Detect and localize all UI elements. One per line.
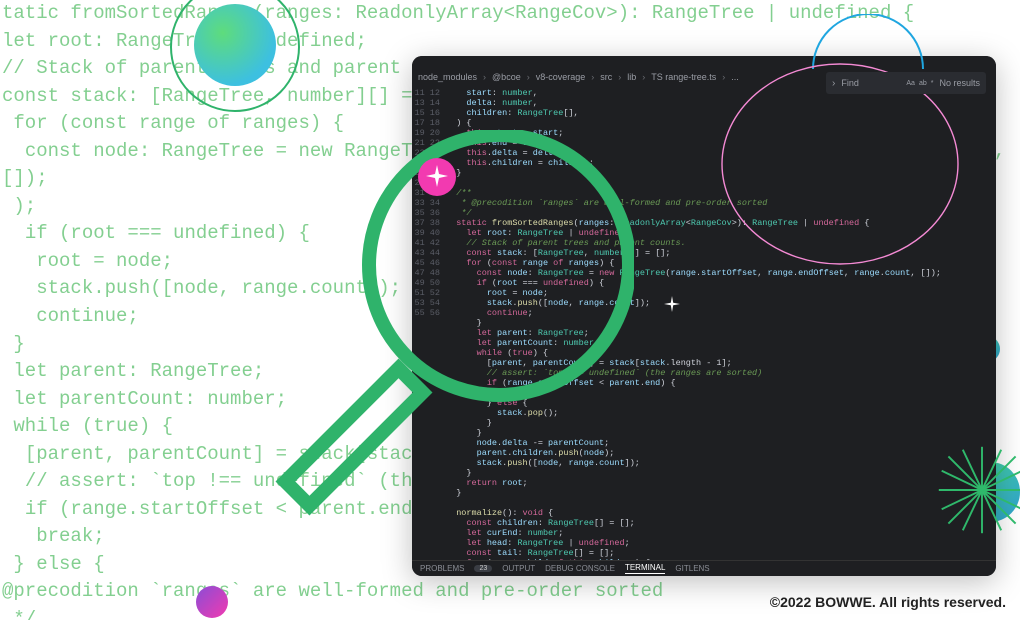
panel-tab-debug-console[interactable]: DEBUG CONSOLE xyxy=(545,564,615,573)
chevron-right-icon: › xyxy=(483,72,486,82)
chevron-right-icon: › xyxy=(642,72,645,82)
chevron-right-icon: › xyxy=(618,72,621,82)
magnifying-glass-icon xyxy=(214,130,634,550)
panel-tab-terminal[interactable]: TERMINAL xyxy=(625,563,665,574)
chevron-right-icon: › xyxy=(591,72,594,82)
chevron-right-icon: › xyxy=(527,72,530,82)
breadcrumb-segment[interactable]: lib xyxy=(627,72,636,82)
breadcrumb-segment[interactable]: @bcoe xyxy=(492,72,521,82)
find-option[interactable]: * xyxy=(931,80,934,87)
breadcrumb-segment[interactable]: src xyxy=(600,72,612,82)
panel-tab-output[interactable]: OUTPUT xyxy=(502,564,535,573)
problems-count-badge: 23 xyxy=(474,565,492,572)
bottom-panel-tabs[interactable]: PROBLEMS 23 OUTPUT DEBUG CONSOLE TERMINAL GIT… xyxy=(412,560,996,576)
find-option[interactable]: ab xyxy=(919,80,927,87)
copyright-text: ©2022 BOWWE. All rights reserved. xyxy=(770,594,1006,610)
sparkle-icon xyxy=(664,296,680,312)
find-bar[interactable]: › Find Aaab * No results xyxy=(826,72,986,94)
breadcrumb-segment[interactable]: TS range-tree.ts xyxy=(651,72,716,82)
breadcrumb-segment[interactable]: node_modules xyxy=(418,72,477,82)
chevron-right-icon[interactable]: › xyxy=(832,78,835,89)
find-option[interactable]: Aa xyxy=(906,80,915,87)
sparkle-white-icon xyxy=(426,165,448,187)
gradient-circle-top xyxy=(194,4,276,86)
find-options[interactable]: Aaab * xyxy=(906,80,933,87)
find-input[interactable]: Find xyxy=(841,78,900,88)
find-results-label: No results xyxy=(939,78,980,88)
magenta-circle-bottom xyxy=(196,586,228,618)
panel-tab-problems[interactable]: PROBLEMS xyxy=(420,564,464,573)
panel-tab-gitlens[interactable]: GITLENS xyxy=(675,564,709,573)
starburst-icon xyxy=(934,442,1020,538)
breadcrumb-segment[interactable]: v8-coverage xyxy=(536,72,586,82)
